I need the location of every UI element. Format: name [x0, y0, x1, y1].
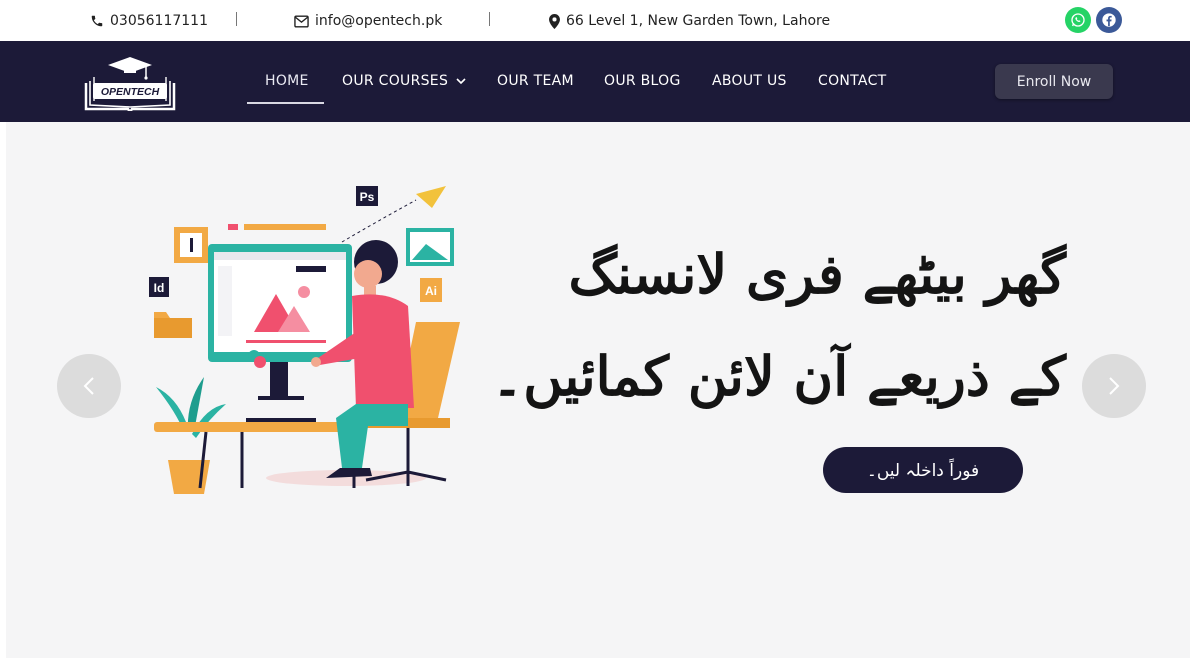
- email-address: info@opentech.pk: [315, 13, 443, 29]
- chevron-down-icon: [456, 77, 466, 84]
- chevron-right-icon: [1109, 377, 1120, 395]
- envelope-icon: [294, 15, 309, 27]
- phone-number: 03056117111: [110, 13, 208, 29]
- phone-icon: [91, 15, 103, 27]
- email-contact[interactable]: info@opentech.pk: [294, 11, 442, 31]
- chevron-left-icon: [83, 377, 94, 395]
- logo-text: OPENTECH: [101, 86, 160, 98]
- whatsapp-icon: [1071, 13, 1085, 27]
- designer-at-desk-illustration: Id Ps Ai: [149, 186, 460, 494]
- facebook-button[interactable]: [1096, 7, 1122, 33]
- divider: [236, 12, 237, 26]
- slider-prev-button[interactable]: [57, 354, 121, 418]
- id-badge: Id: [154, 281, 165, 295]
- nav-our-courses[interactable]: OUR COURSES: [342, 73, 466, 89]
- nav-home[interactable]: HOME: [265, 73, 309, 89]
- nav-our-team-label: OUR TEAM: [497, 73, 574, 89]
- nav-our-courses-label: OUR COURSES: [342, 73, 449, 89]
- ai-badge: Ai: [425, 284, 437, 298]
- opentech-logo[interactable]: OPENTECH: [80, 53, 180, 115]
- enroll-now-button[interactable]: Enroll Now: [995, 64, 1113, 99]
- nav-contact[interactable]: CONTACT: [818, 73, 887, 89]
- enroll-immediately-button[interactable]: فوراً داخلہ لیں۔: [823, 447, 1023, 493]
- top-contact-bar: 03056117111 info@opentech.pk 66 Level 1,…: [0, 0, 1190, 41]
- facebook-icon: [1102, 13, 1116, 27]
- divider: [489, 12, 490, 26]
- ps-badge: Ps: [360, 190, 375, 204]
- map-pin-icon: [549, 13, 560, 29]
- nav-about-us[interactable]: ABOUT US: [712, 73, 787, 89]
- nav-home-label: HOME: [265, 73, 309, 89]
- hero-headline-line2: کے ذریعے آن لائن کمائیں۔: [491, 344, 1066, 408]
- hero-slider: Id Ps Ai گھر بیٹھے فری لانسنگ کے ذریعے آ…: [6, 122, 1190, 658]
- whatsapp-button[interactable]: [1065, 7, 1091, 33]
- phone-contact[interactable]: 03056117111: [90, 11, 208, 31]
- nav-our-team[interactable]: OUR TEAM: [497, 73, 574, 89]
- main-navbar: OPENTECH HOME OUR COURSES OUR TEAM OUR B…: [0, 41, 1190, 122]
- address-contact: 66 Level 1, New Garden Town, Lahore: [549, 11, 830, 31]
- nav-our-blog-label: OUR BLOG: [604, 73, 681, 89]
- slider-next-button[interactable]: [1082, 354, 1146, 418]
- hero-headline-line1: گھر بیٹھے فری لانسنگ: [568, 242, 1066, 306]
- active-nav-indicator: [247, 102, 324, 104]
- nav-our-blog[interactable]: OUR BLOG: [604, 73, 681, 89]
- address-text: 66 Level 1, New Garden Town, Lahore: [566, 13, 831, 29]
- nav-contact-label: CONTACT: [818, 73, 887, 89]
- nav-about-us-label: ABOUT US: [712, 73, 787, 89]
